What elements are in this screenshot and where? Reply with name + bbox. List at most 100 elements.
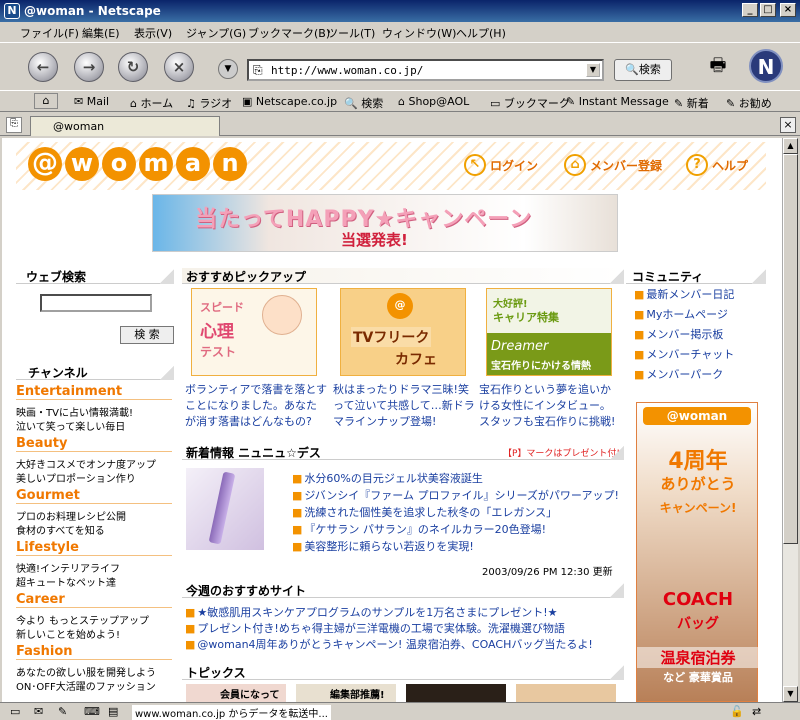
login-link[interactable]: ↖ ログイン — [464, 154, 538, 176]
community-item[interactable]: 最新メンバー日記 — [634, 286, 734, 302]
close-button[interactable]: × — [780, 3, 796, 17]
menu-tools[interactable]: ツール(T) — [327, 25, 375, 41]
pickup-image-psych[interactable]: スピード 心理 テスト — [191, 288, 317, 376]
reload-icon[interactable]: ↻ — [118, 52, 148, 82]
pickup-image-career[interactable]: 大好評! キャリア特集 Dreamer 宝石作りにかける情熱 — [486, 288, 612, 376]
pt-radio[interactable]: ♫ ラジオ — [186, 95, 232, 111]
community-item[interactable]: Myホームページ — [634, 306, 727, 322]
mail-icon[interactable]: ✉ — [34, 705, 43, 718]
news-product-image[interactable] — [186, 468, 264, 550]
back-icon[interactable]: ← — [28, 52, 58, 82]
menu-bookmarks[interactable]: ブックマーク(B) — [248, 25, 330, 41]
menu-window[interactable]: ウィンドウ(W) — [382, 25, 456, 41]
topic-thumb-2[interactable]: 編集部推薦! — [296, 684, 396, 702]
addressbook-icon[interactable]: ▤ — [108, 705, 118, 718]
navigation-toolbar: ← → ↻ × ▼ ⎘ http://www.woman.co.jp/ ▼ 🔍検… — [0, 42, 800, 90]
channel-sublink[interactable]: 泣いて笑って楽しい毎日 — [16, 418, 125, 433]
community-item[interactable]: メンバーチャット — [634, 346, 734, 362]
websearch-input[interactable] — [40, 294, 152, 312]
pt-bookmarks[interactable]: ▭ ブックマーク — [490, 95, 570, 111]
channel-lifestyle[interactable]: Lifestyle — [16, 540, 172, 556]
websearch-button[interactable]: 検 索 — [120, 326, 174, 344]
channel-sublink[interactable]: 今より もっとステップアップ — [16, 612, 149, 627]
news-item[interactable]: 水分60%の目元ジェル状美容液誕生 — [292, 470, 482, 486]
print-icon[interactable]: 🖶 — [700, 53, 736, 77]
dropdown-arrow-icon[interactable]: ▼ — [218, 59, 238, 79]
anniversary-ad[interactable]: @woman 4周年 ありがとう キャンペーン! COACH バッグ 温泉宿泊券… — [636, 402, 759, 702]
pickup-text-1[interactable]: ボランティアで落書を落とすことになりました。あなたが消す落書はどんなもの? — [185, 382, 327, 430]
news-item[interactable]: 『ケサラン パサラン』のネイルカラー20色登場! — [292, 521, 546, 537]
banner-line2: 当選発表! — [341, 231, 408, 249]
site-logo[interactable]: @ w o m a n — [28, 147, 250, 185]
channel-gourmet[interactable]: Gourmet — [16, 488, 172, 504]
new-tab-icon[interactable]: ⎘ — [6, 117, 22, 133]
forward-icon[interactable]: → — [74, 52, 104, 82]
channel-career[interactable]: Career — [16, 592, 172, 608]
pt-mail[interactable]: ✉ Mail — [74, 95, 109, 108]
topic-thumb-1[interactable]: 会員になって — [186, 684, 286, 702]
scroll-thumb[interactable] — [783, 154, 798, 544]
channel-sublink[interactable]: 新しいことを始めよう! — [16, 626, 120, 641]
topic-thumb-3[interactable] — [406, 684, 506, 702]
pickup-image-tv[interactable]: @ TVフリーク カフェ — [340, 288, 466, 376]
channel-sublink[interactable]: ON･OFF大活躍のファッション — [16, 678, 156, 693]
pickup-text-3[interactable]: 宝石作りという夢を追いかける女性にインタビュー。スタッフも宝石作りに挑戦! — [479, 382, 621, 430]
vertical-scrollbar[interactable]: ▲ ▼ — [782, 138, 798, 702]
menu-bar: ファイル(F) 編集(E) 表示(V) ジャンプ(G) ブックマーク(B) ツー… — [0, 22, 800, 42]
pt-shop[interactable]: ⌂ Shop@AOL — [398, 95, 469, 108]
news-item[interactable]: ジバンシイ『ファーム プロファイル』シリーズがパワーアップ! — [292, 487, 618, 503]
pt-home[interactable]: ⌂ ホーム — [130, 95, 173, 111]
weekly-item[interactable]: プレゼント付き!めちゃ得主婦が三洋電機の工場で実体験。洗濯機選び物語 — [185, 620, 564, 636]
channel-sublink[interactable]: 快適!インテリアライフ — [16, 560, 120, 575]
url-bar[interactable]: ⎘ http://www.woman.co.jp/ ▼ — [247, 59, 604, 81]
topic-thumb-4[interactable] — [516, 684, 616, 702]
search-button[interactable]: 🔍検索 — [614, 59, 672, 81]
close-tab-icon[interactable]: × — [780, 117, 796, 133]
channel-sublink[interactable]: 美しいプロポーション作り — [16, 470, 136, 485]
question-icon: ? — [686, 154, 708, 176]
campaign-banner[interactable]: 当たってHAPPY★キャンペーン 当選発表! — [152, 194, 618, 252]
stop-icon[interactable]: × — [164, 52, 194, 82]
channel-entertainment[interactable]: Entertainment — [16, 384, 172, 400]
pt-search[interactable]: 🔍 検索 — [344, 95, 383, 111]
channel-sublink[interactable]: プロのお料理レシピ公開 — [16, 508, 126, 523]
maximize-button[interactable]: □ — [760, 3, 776, 17]
url-input[interactable]: http://www.woman.co.jp/ — [271, 64, 423, 77]
menu-view[interactable]: 表示(V) — [134, 25, 172, 41]
tab-woman[interactable]: @woman — [30, 116, 220, 136]
channel-beauty[interactable]: Beauty — [16, 436, 172, 452]
weekly-item[interactable]: @woman4周年ありがとうキャンペーン! 温泉宿泊券、COACHバッグ当たるよ… — [185, 636, 592, 652]
channel-sublink[interactable]: 映画・TVに占い情報満載! — [16, 404, 133, 419]
member-register-link[interactable]: ⌂ メンバー登録 — [564, 154, 662, 176]
pt-im[interactable]: ✎ Instant Message — [566, 95, 669, 108]
channel-sublink[interactable]: 超キュートなペット達 — [16, 574, 116, 589]
pt-netscape[interactable]: ▣ Netscape.co.jp — [242, 95, 337, 108]
community-item[interactable]: メンバーパーク — [634, 366, 723, 382]
scroll-up-arrow[interactable]: ▲ — [783, 138, 798, 154]
channel-sublink[interactable]: 食材のすべてを知る — [16, 522, 105, 537]
help-link[interactable]: ? ヘルプ — [686, 154, 748, 176]
netscape-logo[interactable]: N — [749, 49, 783, 83]
menu-go[interactable]: ジャンプ(G) — [186, 25, 246, 41]
tabs-icon[interactable]: ▭ — [10, 705, 20, 718]
weekly-item[interactable]: ★敏感肌用スキンケアプログラムのサンプルを1万名さまにプレゼント!★ — [185, 604, 557, 620]
channel-sublink[interactable]: 大好きコスメでオンナ度アップ — [16, 456, 156, 471]
url-history-dropdown[interactable]: ▼ — [586, 63, 600, 77]
community-item[interactable]: メンバー掲示板 — [634, 326, 723, 342]
scroll-down-arrow[interactable]: ▼ — [783, 686, 798, 702]
minimize-button[interactable]: _ — [742, 3, 758, 17]
menu-edit[interactable]: 編集(E) — [82, 25, 120, 41]
channel-sublink[interactable]: あなたの欲しい服を開発しよう — [16, 664, 156, 679]
topics-title: トピックス — [182, 664, 624, 680]
pt-recommend[interactable]: ✎ お勧め — [726, 95, 772, 111]
im-icon[interactable]: ✎ — [58, 705, 67, 718]
news-item[interactable]: 美容整形に頼らない若返りを実現! — [292, 538, 473, 554]
channel-fashion[interactable]: Fashion — [16, 644, 172, 660]
home-tab-icon[interactable]: ⌂ — [34, 93, 58, 109]
news-item[interactable]: 洗練された個性美を追求した秋冬の「エレガンス」 — [292, 504, 557, 520]
menu-file[interactable]: ファイル(F) — [20, 25, 79, 41]
menu-help[interactable]: ヘルプ(H) — [456, 25, 506, 41]
pickup-text-2[interactable]: 秋はまったりドラマ三昧!笑って泣いて共感して…新ドラマラインナップ登場! — [333, 382, 475, 430]
composer-icon[interactable]: ⌨ — [84, 705, 100, 718]
pt-new[interactable]: ✎ 新着 — [674, 95, 709, 111]
